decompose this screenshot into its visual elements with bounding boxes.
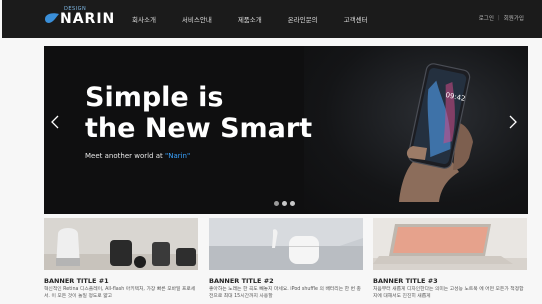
banner-description: 좋아하는 노래는 한 곡도 빼놓지 마세요. iPod shuffle 의 배터… <box>209 287 361 299</box>
page: DESIGN NARIN 회사소개 서비스안내 제품소개 온라인문의 고객센터 … <box>2 0 542 304</box>
slide-dot-3[interactable] <box>290 201 295 206</box>
hero-headline-line1: Simple is <box>85 82 224 113</box>
hero-headline: Simple is the New Smart <box>85 82 312 144</box>
banner-cards: BANNER TITLE #1 혁신적인 Retina 디스플레이, All-f… <box>44 218 528 304</box>
chevron-right-icon <box>509 115 517 129</box>
hero-headline-line2: the New Smart <box>85 113 313 144</box>
logo-text: NARIN <box>60 11 116 27</box>
nav-item-products[interactable]: 제품소개 <box>238 14 262 24</box>
top-navigation-bar: DESIGN NARIN 회사소개 서비스안내 제품소개 온라인문의 고객센터 … <box>2 0 542 38</box>
banner-image-laptop <box>373 218 527 270</box>
auth-separator: | <box>497 15 500 21</box>
banner-card-1[interactable]: BANNER TITLE #1 혁신적인 Retina 디스플레이, All-f… <box>44 218 198 304</box>
nav-item-about[interactable]: 회사소개 <box>132 14 156 24</box>
slider-pagination <box>274 201 298 206</box>
auth-links: 로그인 | 회원가입 <box>479 14 524 22</box>
hero-slider: 09:42 Simple is the New Smart Meet anoth… <box>44 46 528 214</box>
banner-card-2[interactable]: BANNER TITLE #2 좋아하는 노래는 한 곡도 빼놓지 마세요. i… <box>209 218 363 304</box>
hero-subtext-brand: "Narin" <box>164 152 191 160</box>
logo-mark-icon <box>45 13 59 23</box>
chevron-left-icon <box>51 115 59 129</box>
nav-item-services[interactable]: 서비스안내 <box>182 14 212 24</box>
hero-subtext-prefix: Meet another world at <box>85 152 165 160</box>
banner-image-speakers <box>44 218 198 270</box>
hero-phone-image: 09:42 <box>399 63 473 202</box>
banner-title: BANNER TITLE #2 <box>209 277 274 285</box>
join-link[interactable]: 회원가입 <box>504 14 524 22</box>
prev-slide-button[interactable] <box>49 112 61 132</box>
banner-description: 처음부터 새롭게 디자인한다는 의미는 고성능 노트북 에 어떤 모든가 적정합… <box>373 287 524 299</box>
next-slide-button[interactable] <box>507 112 519 132</box>
banner-description: 혁신적인 Retina 디스플레이, All-flash 아키텍처, 가장 빠른… <box>44 287 196 299</box>
slide-dot-2[interactable] <box>282 201 287 206</box>
slide-dot-1[interactable] <box>274 201 279 206</box>
hero-subtext: Meet another world at "Narin" <box>85 152 190 160</box>
nav-item-support[interactable]: 고객센터 <box>344 14 368 24</box>
banner-title: BANNER TITLE #1 <box>44 277 109 285</box>
login-link[interactable]: 로그인 <box>479 14 494 22</box>
main-nav: 회사소개 서비스안내 제품소개 온라인문의 고객센터 <box>132 14 394 24</box>
banner-card-3[interactable]: BANNER TITLE #3 처음부터 새롭게 디자인한다는 의미는 고성능 … <box>373 218 527 304</box>
banner-image-earbuds <box>209 218 363 270</box>
banner-title: BANNER TITLE #3 <box>373 277 438 285</box>
nav-item-inquiry[interactable]: 온라인문의 <box>288 14 318 24</box>
